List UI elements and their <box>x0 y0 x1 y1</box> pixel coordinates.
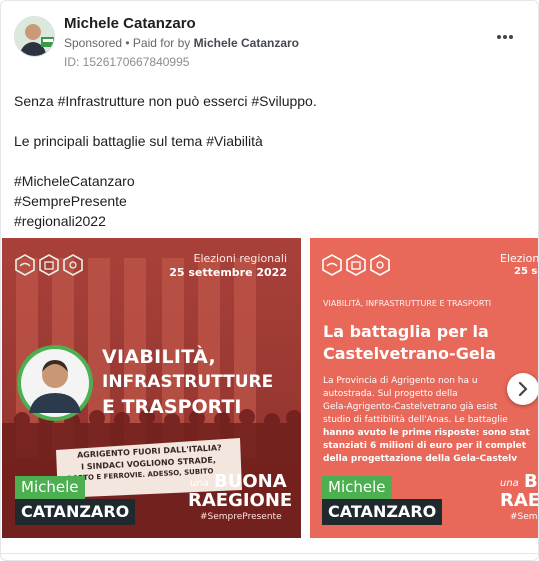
carousel-slide-1[interactable]: Elezioni regionali 25 settembre 2022 VIA… <box>2 238 301 538</box>
post-hashtag-line[interactable]: #SemprePresente <box>14 191 524 211</box>
ad-id: ID: 1526170667840995 <box>64 55 190 69</box>
post-body: Senza #Infrastrutture non può esserci #S… <box>14 91 524 231</box>
post-text-line: Senza #Infrastrutture non può esserci #S… <box>14 93 317 109</box>
candidate-first-name: Michele <box>21 478 79 496</box>
slide1-hashtag: #SemprePresente <box>200 512 282 522</box>
chevron-right-icon <box>518 382 528 396</box>
last-name-box: CATANZARO <box>322 499 443 525</box>
advertiser-avatar[interactable] <box>14 16 55 57</box>
image-carousel: Elezioni regionali 25 settembre 2022 VIA… <box>1 238 539 538</box>
carousel-next-button[interactable] <box>507 373 538 405</box>
candidate-last-name: CATANZARO <box>328 502 437 521</box>
body-line-bold: della progettazione della Gela-Castelv <box>323 454 518 464</box>
election-date: 25 settembre 2022 <box>169 266 287 279</box>
first-name-box: Michele <box>322 476 392 499</box>
brand-small: una <box>500 478 519 489</box>
brand-small: una <box>190 478 209 489</box>
election-date: 25 settem <box>514 266 538 277</box>
carousel-slide-2[interactable]: Elezioni regionali 25 settem VIABILITÀ, … <box>310 238 539 538</box>
advertiser-name[interactable]: Michele Catanzaro <box>64 15 196 32</box>
card-footer-divider <box>1 553 538 554</box>
brand-word-2: RAE <box>500 490 539 511</box>
paid-for-by-name: Michele Catanzaro <box>193 36 300 50</box>
body-line-bold: stanziati 6 milioni di euro per il compl… <box>323 441 527 451</box>
more-horizontal-icon <box>497 35 513 39</box>
sponsored-label: Sponsored <box>64 36 123 50</box>
topic-label: VIABILITÀ, INFRASTRUTTURE E TRASPORTI <box>323 299 492 308</box>
brand-word-1: B <box>524 471 538 492</box>
candidate-first-name: Michele <box>328 478 386 496</box>
last-name-box: CATANZARO <box>15 499 136 525</box>
slide2-title-1: La battaglia per la <box>323 322 489 341</box>
post-header: Michele Catanzaro Sponsored • Paid for b… <box>1 1 538 81</box>
candidate-last-name: CATANZARO <box>21 502 130 521</box>
post-hashtag-line[interactable]: #MicheleCatanzaro <box>14 171 524 191</box>
body-line: Gela-Agrigento-Castelvetrano già esist <box>323 402 498 412</box>
post-text-line: Le principali battaglie sul tema #Viabil… <box>14 133 263 149</box>
slide1-headline-3: E TRASPORTI <box>102 396 242 418</box>
paid-for-prefix: • Paid for by <box>125 36 191 50</box>
more-options-button[interactable] <box>497 29 513 40</box>
sponsored-line: Sponsored • Paid for by Michele Catanzar… <box>64 36 299 50</box>
slide2-hashtag: #Semp <box>510 512 538 522</box>
slide2-title-2: Castelvetrano-Gela <box>323 344 496 363</box>
election-label: Elezioni regionali <box>500 252 539 265</box>
ad-card: Michele Catanzaro Sponsored • Paid for b… <box>0 0 539 561</box>
slide1-headline-2: INFRASTRUTTURE <box>102 372 274 392</box>
slide1-headline-1: VIABILITÀ, <box>102 346 216 368</box>
body-line-bold: hanno avuto le prime risposte: sono stat <box>323 428 530 438</box>
body-line: studio di fattibilità dell'Anas. Le batt… <box>323 415 508 425</box>
avatar-portrait-icon <box>15 17 54 56</box>
election-label: Elezioni regionali <box>193 252 288 265</box>
brand-word-2: RAEGIONE <box>188 490 293 511</box>
first-name-box: Michele <box>15 476 85 499</box>
brand-word-1: BUONA <box>214 471 287 492</box>
post-hashtag-line[interactable]: #regionali2022 <box>14 211 524 231</box>
